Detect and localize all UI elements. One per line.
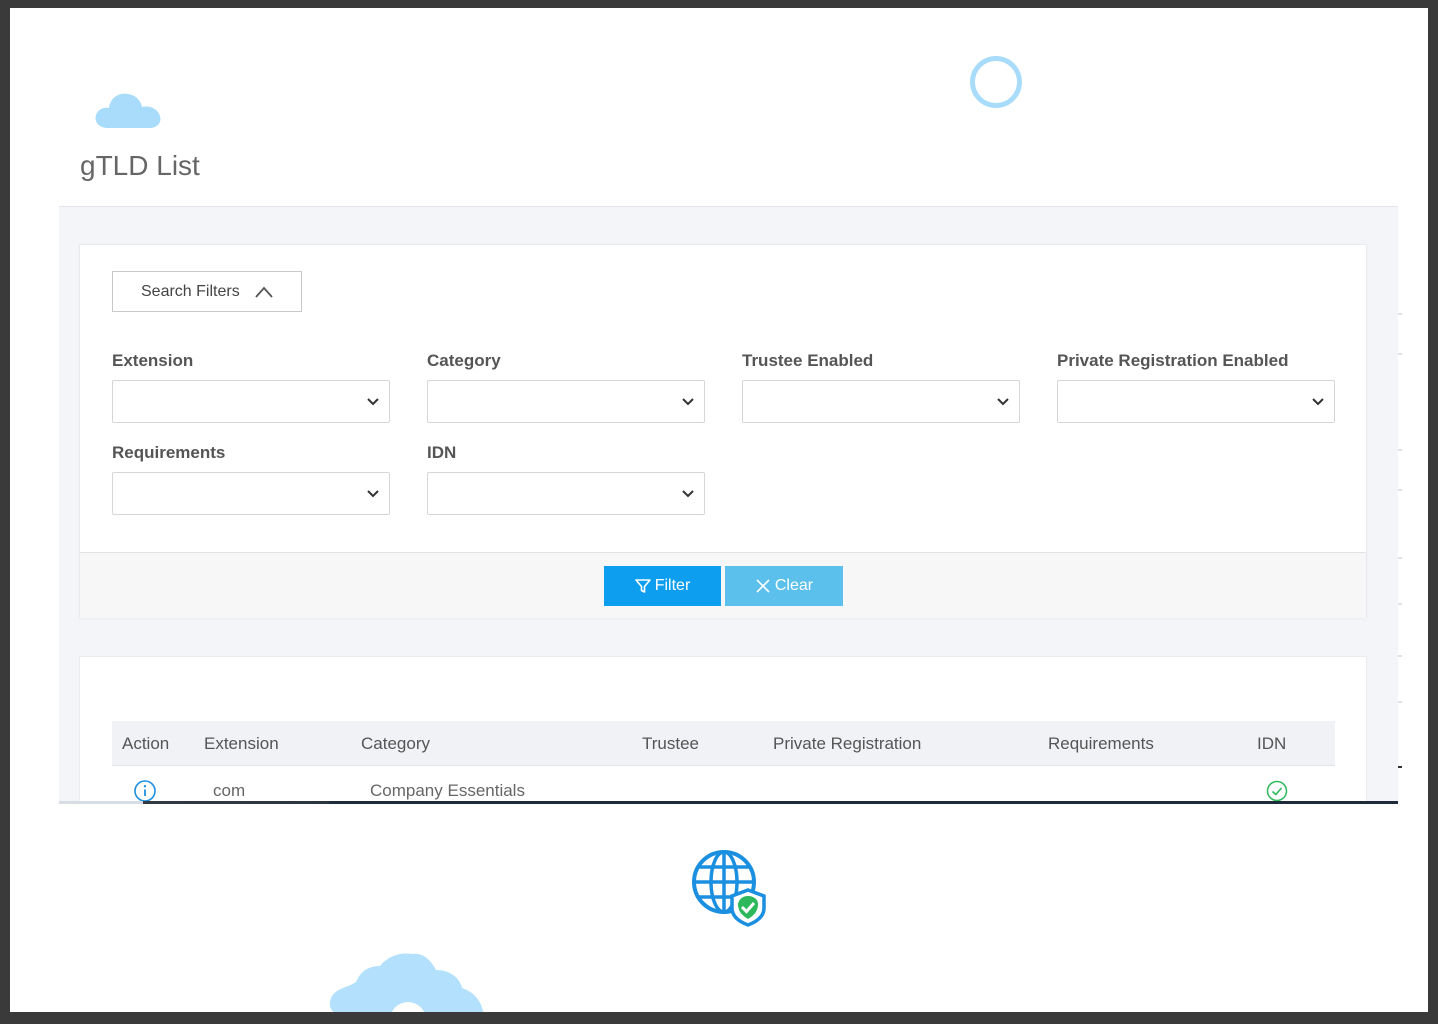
row-extension: com [213,781,246,800]
gear-icon [329,953,484,1012]
check-circle-icon [1266,780,1288,802]
private-registration-enabled-select[interactable] [1057,380,1335,423]
trustee-enabled-filter-label: Trustee Enabled [742,351,874,370]
idn-select[interactable] [427,472,705,515]
chevron-down-icon [997,398,1009,406]
chevron-down-icon [1312,398,1324,406]
filter-button-label: Filter [654,577,691,594]
column-header-extension[interactable]: Extension [204,734,279,754]
screenshot-edge [59,801,1398,804]
gtld-table-panel: Action Extension Category Trustee Privat… [79,656,1367,802]
private-registration-enabled-filter-label: Private Registration Enabled [1057,351,1289,370]
extension-select[interactable] [112,380,390,423]
filter-button[interactable]: Filter [604,566,721,606]
cloud-icon [95,93,161,128]
extension-filter-label: Extension [112,351,194,370]
requirements-select[interactable] [112,472,390,515]
search-filters-label: Search Filters [141,282,240,300]
ring-icon [970,56,1022,108]
column-header-trustee[interactable]: Trustee [642,734,699,754]
extension-filter: Extension [112,351,390,423]
info-icon[interactable] [133,779,157,802]
search-filters-toggle[interactable]: Search Filters [112,271,302,312]
globe-shield-icon [692,850,766,927]
table-row: com Company Essentials [112,767,1335,802]
chevron-down-icon [682,398,694,406]
requirements-filter: Requirements [112,443,390,515]
requirements-filter-label: Requirements [112,443,226,462]
clear-button-label: Clear [774,577,814,594]
clear-button[interactable]: Clear [725,566,843,606]
category-select[interactable] [427,380,705,423]
close-icon [756,579,770,593]
private-registration-enabled-filter: Private Registration Enabled [1057,351,1335,423]
trustee-enabled-filter: Trustee Enabled [742,351,1020,423]
table-header: Action Extension Category Trustee Privat… [112,721,1335,766]
chevron-down-icon [682,490,694,498]
funnel-icon [634,579,651,593]
idn-filter: IDN [427,443,705,515]
filter-actions: Filter Clear [80,552,1366,618]
chevron-up-icon [255,286,273,298]
trustee-enabled-select[interactable] [742,380,1020,423]
row-category: Company Essentials [370,781,525,800]
column-header-idn[interactable]: IDN [1257,734,1286,754]
main-content: Search Filters Extension Category Truste… [59,206,1398,802]
chevron-down-icon [367,398,379,406]
column-header-private-registration[interactable]: Private Registration [773,734,921,754]
column-header-requirements[interactable]: Requirements [1048,734,1154,754]
column-header-action[interactable]: Action [122,734,169,754]
chevron-down-icon [367,490,379,498]
page-title: gTLD List [80,150,200,181]
category-filter: Category [427,351,705,423]
app-frame: gTLD List Search Filters Extension Categ… [0,0,1438,1024]
column-header-category[interactable]: Category [361,734,430,754]
category-filter-label: Category [427,351,501,370]
search-filters-panel: Search Filters Extension Category Truste… [79,244,1367,618]
idn-filter-label: IDN [427,443,457,462]
